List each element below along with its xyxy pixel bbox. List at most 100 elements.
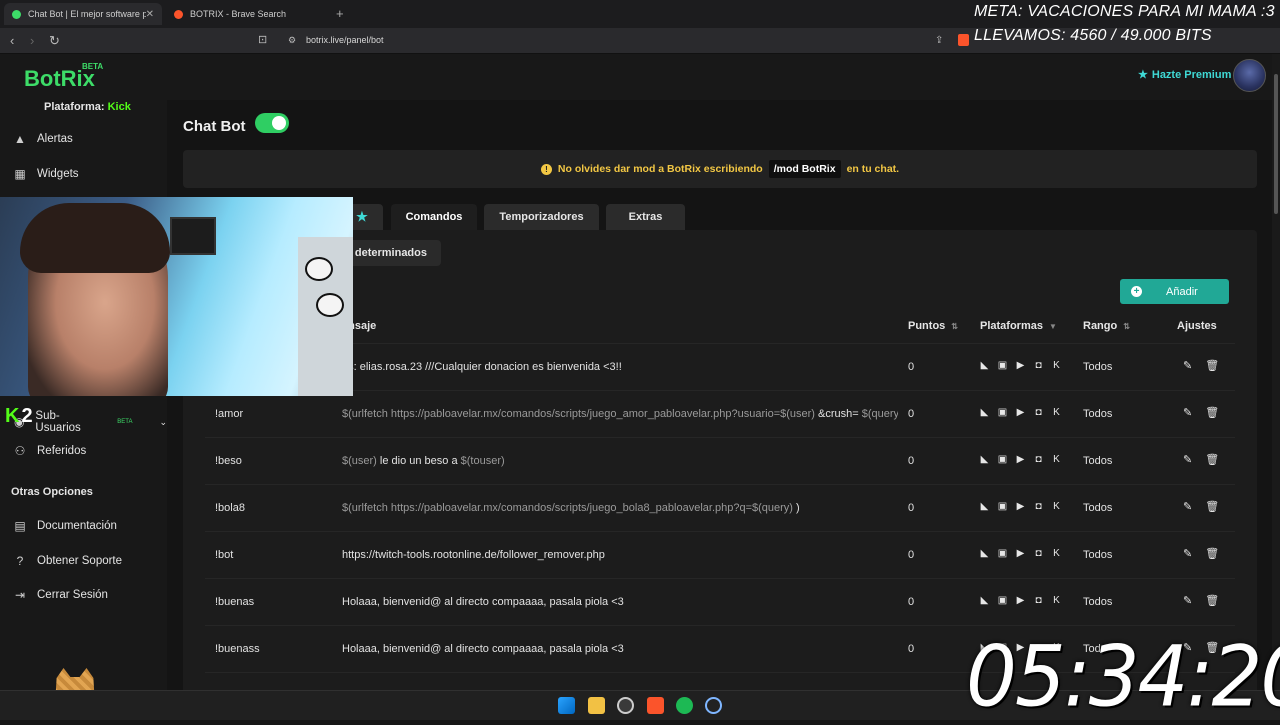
url-input[interactable]: botrix.live/panel/bot (306, 35, 384, 45)
youtube-icon: ▶ (1016, 454, 1025, 465)
platform-icons: ◣ ▣ ▶ ◘ K (978, 547, 1063, 560)
sidebar-item-widgets[interactable]: ▦ Widgets (12, 167, 78, 181)
discord-icon: ◘ (1035, 595, 1042, 606)
row-actions: ✎ 🗑 (1183, 500, 1219, 513)
col-points[interactable]: Puntos ⇅ (908, 320, 958, 332)
message-variable: $(touser) (460, 455, 505, 467)
edit-icon[interactable]: ✎ (1183, 406, 1192, 419)
star-icon: ★ (356, 209, 368, 224)
obs-icon[interactable] (617, 697, 634, 714)
delete-icon[interactable]: 🗑 (1205, 594, 1219, 607)
sidebar-item-referidos[interactable]: ⚇ Referidos (12, 444, 87, 458)
beta-badge: BETA (117, 419, 133, 425)
message-text: ) (796, 502, 800, 514)
users-icon: ⚇ (14, 444, 26, 458)
message-variable: $(user) (342, 455, 380, 467)
message-variable: $(urlfetch https://pabloavelar.mx/comand… (342, 408, 819, 420)
command-message: as: elias.rosa.23 ///Cualquier donacion … (342, 361, 622, 373)
col-platforms[interactable]: Plataformas ▼ (980, 320, 1057, 332)
sidebar-item-soporte[interactable]: ? Obtener Soporte (12, 554, 122, 568)
platform-label: Plataforma: (44, 101, 105, 113)
tab-temporizadores[interactable]: Temporizadores (484, 204, 599, 230)
kick-icon: ▣ (997, 548, 1008, 559)
delete-icon[interactable]: 🗑 (1205, 547, 1219, 560)
app-icon[interactable] (705, 697, 722, 714)
user-avatar[interactable] (1233, 59, 1266, 92)
tab-title: BOTRIX - Brave Search (190, 9, 287, 19)
browser-tab[interactable]: BOTRIX - Brave Search (166, 3, 326, 25)
back-icon[interactable]: ‹ (10, 33, 14, 48)
edit-icon[interactable]: ✎ (1183, 453, 1192, 466)
premium-link[interactable]: ★ Hazte Premium (1138, 68, 1232, 82)
close-tab-icon[interactable]: ✕ (146, 9, 154, 20)
sidebar-item-cerrar-sesion[interactable]: ⇥ Cerrar Sesión (12, 588, 108, 602)
brand-beta-badge: BETA (82, 62, 104, 71)
command-range: Todos (1083, 502, 1113, 514)
panda-plush (316, 293, 344, 317)
header-label: Puntos (908, 320, 946, 332)
youtube-icon: ▶ (1016, 360, 1025, 371)
exclamation-icon: ! (540, 163, 552, 175)
twitch-icon: ◣ (980, 548, 989, 559)
folder-icon[interactable] (588, 697, 605, 714)
delete-icon[interactable]: 🗑 (1205, 359, 1219, 372)
warning-icon: ▲ (14, 132, 26, 146)
grid-icon: ▦ (14, 167, 26, 181)
tv-shape (170, 217, 216, 255)
delete-icon[interactable]: 🗑 (1205, 406, 1219, 419)
brave-shield-icon[interactable] (958, 34, 969, 46)
command-name: !buenass (215, 643, 260, 655)
command-message: $(urlfetch https://pabloavelar.mx/comand… (342, 408, 898, 420)
edit-icon[interactable]: ✎ (1183, 594, 1192, 607)
reload-icon[interactable]: ↻ (49, 33, 60, 49)
header-label: Plataformas (980, 320, 1043, 332)
message-text: Holaaa, bienvenid@ al directo compaaaa, … (342, 596, 624, 608)
kick-letter: K (5, 405, 20, 427)
share-icon[interactable]: ⇪ (935, 35, 943, 46)
panda-plush (305, 257, 333, 281)
page-title: Chat Bot (183, 118, 246, 135)
sidebar-item-alertas[interactable]: ▲ Alertas (12, 132, 73, 146)
site-info-icon[interactable]: ⚙ (288, 35, 296, 46)
filter-icon[interactable]: ▼ (1049, 322, 1057, 331)
delete-icon[interactable]: 🗑 (1205, 500, 1219, 513)
goal-text: META: VACACIONES PARA MI MAMA :3 (974, 3, 1275, 20)
mod-notice: ! No olvides dar mod a BotRix escribiend… (183, 150, 1257, 188)
start-icon[interactable] (558, 697, 575, 714)
sidebar-item-documentacion[interactable]: ▤ Documentación (12, 519, 117, 533)
botrix-favicon-icon (12, 9, 21, 19)
add-command-button[interactable]: + Añadir (1120, 279, 1229, 304)
tab-comandos[interactable]: Comandos (391, 204, 477, 230)
bookmark-icon[interactable]: ⊡ (258, 33, 267, 46)
sidebar-item-sub-usuarios[interactable]: ◉ Sub-Usuarios BETA ⌄ (12, 410, 167, 434)
command-message: Holaaa, bienvenid@ al directo compaaaa, … (342, 643, 624, 655)
top-navbar: BotRix BETA ★ Hazte Premium (0, 54, 1280, 100)
youtube-icon: ▶ (1016, 501, 1025, 512)
edit-icon[interactable]: ✎ (1183, 547, 1192, 560)
k-icon: K (1053, 360, 1060, 371)
edit-icon[interactable]: ✎ (1183, 500, 1192, 513)
col-range[interactable]: Rango ⇅ (1083, 320, 1130, 332)
edit-icon[interactable]: ✎ (1183, 359, 1192, 372)
brave-icon[interactable] (647, 697, 664, 714)
star-icon: ★ (1138, 69, 1148, 81)
forward-icon[interactable]: › (30, 33, 34, 48)
command-points: 0 (908, 502, 915, 514)
command-name: !bola8 (215, 502, 245, 514)
progress-text: LLEVAMOS: 4560 / 49.000 BITS (974, 27, 1212, 44)
table-row: as: elias.rosa.23 ///Cualquier donacion … (205, 344, 1235, 391)
delete-icon[interactable]: 🗑 (1205, 453, 1219, 466)
new-tab-icon[interactable]: + (336, 6, 344, 21)
spotify-icon[interactable] (676, 697, 693, 714)
row-actions: ✎ 🗑 (1183, 547, 1219, 560)
k-icon: K (1053, 454, 1060, 465)
notice-text-end: en tu chat. (846, 163, 900, 175)
chatbot-toggle[interactable] (255, 113, 289, 133)
browser-tab-active[interactable]: Chat Bot | El mejor software par... ✕ (4, 3, 162, 25)
discord-icon: ◘ (1035, 501, 1042, 512)
premium-label: Hazte Premium (1151, 68, 1232, 81)
table-row: !amor $(urlfetch https://pabloavelar.mx/c… (205, 391, 1235, 438)
tab-extras[interactable]: Extras (606, 204, 685, 230)
page-scrollbar[interactable] (1272, 54, 1280, 690)
tab-title: Chat Bot | El mejor software par... (28, 9, 146, 19)
